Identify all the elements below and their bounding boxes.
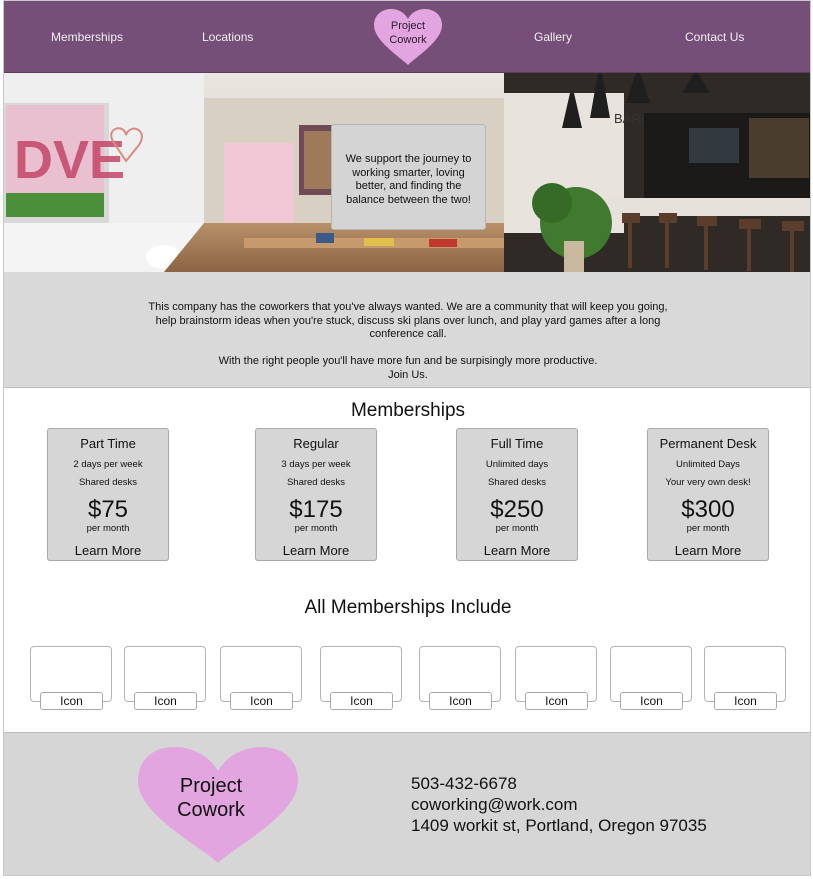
card-price: $175	[289, 496, 343, 523]
phone-number[interactable]: 503-432-6678	[411, 773, 707, 794]
nav-logo-heart[interactable]: Project Cowork	[370, 7, 446, 67]
amenity-tile: Icon	[610, 646, 692, 710]
learn-more-link[interactable]: Learn More	[256, 543, 376, 558]
includes-heading: All Memberships Include	[304, 597, 512, 618]
amenity-icon-placeholder: Icon	[714, 692, 777, 710]
nav-memberships[interactable]: Memberships	[51, 30, 123, 44]
card-period: per month	[86, 523, 130, 534]
footer: Project Cowork 503-432-6678 coworking@wo…	[4, 732, 810, 875]
learn-more-link[interactable]: Learn More	[648, 543, 768, 558]
amenity-icon-placeholder: Icon	[525, 692, 588, 710]
membership-card-regular: Regular 3 days per week Shared desks $17…	[255, 428, 377, 561]
membership-card-permanent-desk: Permanent Desk Unlimited Days Your very …	[647, 428, 769, 561]
card-detail-days: 2 days per week	[73, 459, 143, 470]
membership-card-full-time: Full Time Unlimited days Shared desks $2…	[456, 428, 578, 561]
card-detail-desk: Shared desks	[286, 477, 346, 488]
amenity-tile: Icon	[320, 646, 402, 710]
nav-contact-us[interactable]: Contact Us	[685, 30, 744, 44]
card-period: per month	[686, 523, 730, 534]
amenity-tile: Icon	[515, 646, 597, 710]
nav-logo-line1: Project	[390, 20, 426, 32]
card-price: $250	[490, 496, 544, 523]
learn-more-link[interactable]: Learn More	[48, 543, 168, 558]
email-address[interactable]: coworking@work.com	[411, 794, 707, 815]
card-detail-desk: Shared desks	[487, 477, 547, 488]
nav-locations[interactable]: Locations	[202, 30, 253, 44]
street-address: 1409 workit st, Portland, Oregon 97035	[411, 816, 707, 835]
amenity-tile: Icon	[704, 646, 786, 710]
page-frame: Memberships Locations Project Cowork Gal…	[3, 0, 811, 876]
card-price: $300	[681, 496, 735, 523]
amenity-icon-placeholder: Icon	[429, 692, 492, 710]
card-period: per month	[495, 523, 539, 534]
card-title: Part Time	[80, 436, 136, 451]
footer-logo-heart[interactable]: Project Cowork	[136, 745, 300, 865]
card-detail-days: 3 days per week	[281, 459, 351, 470]
amenity-tile: Icon	[124, 646, 206, 710]
amenity-tile: Icon	[419, 646, 501, 710]
card-period: per month	[294, 523, 338, 534]
amenity-icon-placeholder: Icon	[620, 692, 683, 710]
svg-text:DVE: DVE	[14, 130, 125, 190]
about-section: This company has the coworkers that you'…	[4, 272, 810, 388]
join-us-text: Join Us.	[388, 368, 428, 381]
footer-logo-line2: Cowork	[177, 799, 245, 821]
about-paragraph-2: With the right people you'll have more f…	[218, 355, 598, 367]
memberships-heading: Memberships	[350, 400, 466, 421]
membership-card-part-time: Part Time 2 days per week Shared desks $…	[47, 428, 169, 561]
nav-logo-line2: Cowork	[389, 34, 427, 46]
nav-gallery[interactable]: Gallery	[534, 30, 572, 44]
amenity-icon-placeholder: Icon	[40, 692, 103, 710]
about-paragraph-1: This company has the coworkers that you'…	[148, 301, 668, 340]
card-detail-desk: Your very own desk!	[665, 477, 751, 488]
card-title: Regular	[293, 436, 339, 451]
hero-tagline-box: We support the journey to working smarte…	[331, 124, 486, 230]
card-title: Full Time	[490, 436, 544, 451]
hero-image: DVE BAROCCO	[4, 73, 810, 272]
amenity-tile: Icon	[220, 646, 302, 710]
contact-info: 503-432-6678 coworking@work.com 1409 wor…	[411, 773, 707, 836]
amenity-tile: Icon	[30, 646, 112, 710]
learn-more-link[interactable]: Learn More	[457, 543, 577, 558]
card-detail-days: Unlimited Days	[676, 459, 740, 470]
amenity-icon-placeholder: Icon	[330, 692, 393, 710]
card-detail-days: Unlimited days	[485, 459, 549, 470]
amenity-icon-placeholder: Icon	[230, 692, 293, 710]
card-price: $75	[87, 496, 129, 523]
amenity-icon-placeholder: Icon	[134, 692, 197, 710]
card-title: Permanent Desk	[659, 436, 757, 451]
top-nav: Memberships Locations Project Cowork Gal…	[4, 1, 810, 73]
card-detail-desk: Shared desks	[78, 477, 138, 488]
footer-logo-line1: Project	[179, 775, 243, 797]
hero-tagline: We support the journey to working smarte…	[345, 153, 472, 206]
